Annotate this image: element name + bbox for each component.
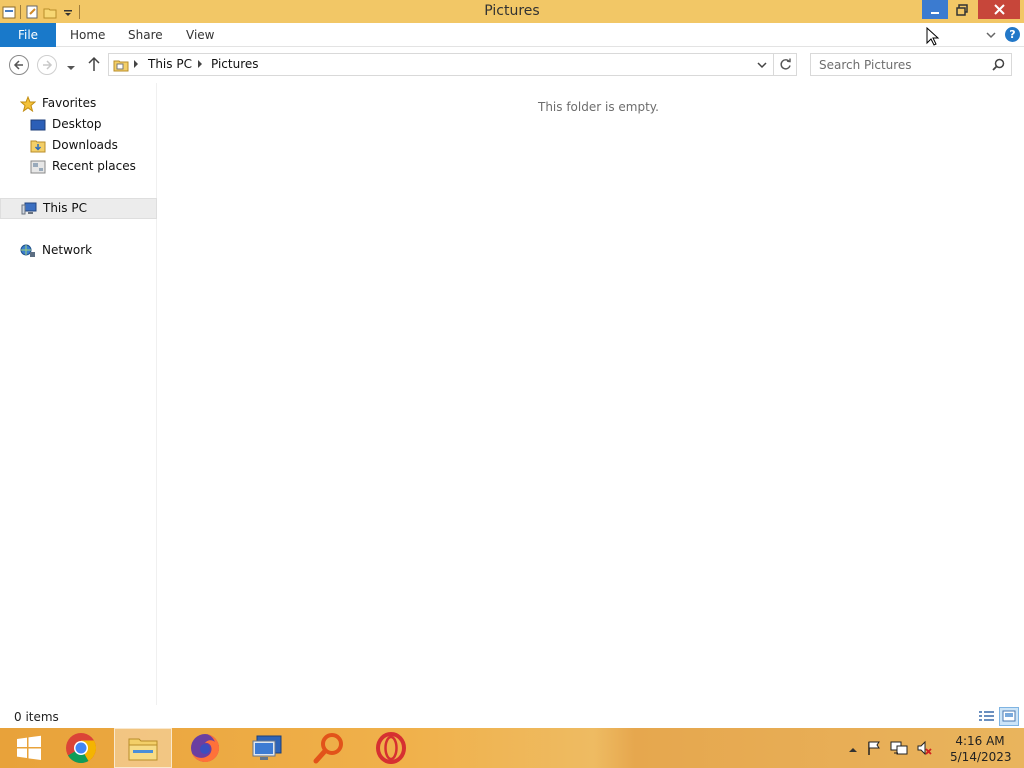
- taskbar-chrome[interactable]: [52, 728, 110, 768]
- help-icon[interactable]: ?: [1005, 27, 1020, 42]
- show-hidden-icons-icon[interactable]: [848, 743, 858, 757]
- start-icon: [17, 735, 41, 760]
- clock-time: 4:16 AM: [955, 734, 1005, 748]
- tab-file[interactable]: File: [0, 23, 56, 47]
- status-bar: 0 items: [0, 705, 1024, 728]
- desktop-icon: [30, 117, 46, 133]
- restore-icon: [956, 3, 968, 16]
- taskbar: 4:16 AM 5/14/2023: [0, 728, 1024, 768]
- breadcrumb-pictures[interactable]: Pictures: [211, 57, 259, 71]
- minimize-icon: [931, 11, 939, 14]
- action-center-flag-icon[interactable]: [866, 740, 882, 759]
- mouse-cursor-icon: [926, 27, 940, 46]
- network-status-icon[interactable]: [890, 740, 908, 759]
- nav-item-label: Recent places: [52, 159, 136, 173]
- nav-item-desktop[interactable]: Desktop: [30, 114, 102, 135]
- expand-ribbon-icon[interactable]: [984, 28, 998, 42]
- close-button[interactable]: [978, 0, 1020, 19]
- window-title: Pictures: [484, 3, 540, 19]
- title-bar: Pictures: [0, 0, 1024, 23]
- taskbar-remote-desktop[interactable]: [238, 728, 296, 768]
- nav-item-recent-places[interactable]: Recent places: [30, 156, 136, 177]
- forward-button[interactable]: [37, 55, 57, 75]
- volume-muted-icon[interactable]: [916, 740, 932, 759]
- breadcrumb-this-pc[interactable]: This PC: [148, 57, 192, 71]
- nav-network-label: Network: [42, 243, 93, 257]
- nav-item-label: Desktop: [52, 117, 102, 131]
- downloads-folder-icon: [30, 138, 46, 154]
- ribbon: File Home Share View ?: [0, 23, 1024, 47]
- minimize-button[interactable]: [922, 0, 948, 19]
- details-view-button[interactable]: [978, 708, 995, 725]
- clock[interactable]: 4:16 AM 5/14/2023: [950, 733, 1012, 765]
- search-icon[interactable]: [992, 58, 1005, 74]
- nav-this-pc[interactable]: This PC: [0, 198, 157, 219]
- file-explorer-icon: [128, 738, 158, 761]
- back-button[interactable]: [9, 55, 29, 75]
- refresh-button[interactable]: [774, 53, 797, 76]
- remote-desktop-icon: [252, 735, 282, 760]
- system-tray: [848, 740, 932, 759]
- taskbar-file-explorer[interactable]: [114, 728, 172, 768]
- nav-favorites-label: Favorites: [42, 96, 97, 110]
- address-toolbar: This PC Pictures: [0, 47, 1024, 83]
- breadcrumb-separator-icon[interactable]: [198, 60, 202, 68]
- nav-favorites[interactable]: Favorites: [19, 93, 97, 114]
- nav-network[interactable]: Network: [20, 240, 92, 261]
- nav-item-downloads[interactable]: Downloads: [30, 135, 118, 156]
- search-input[interactable]: [811, 54, 981, 75]
- recent-places-icon: [30, 159, 46, 175]
- arrow-up-icon: [88, 56, 100, 71]
- network-icon: [20, 243, 36, 259]
- navigation-pane: Favorites Desktop Downloads Recent place…: [0, 83, 157, 705]
- nav-item-label: Downloads: [52, 138, 118, 152]
- tab-share[interactable]: Share: [128, 23, 163, 47]
- empty-folder-message: This folder is empty.: [538, 100, 659, 114]
- up-button[interactable]: [87, 56, 101, 75]
- taskbar-firefox[interactable]: [176, 728, 234, 768]
- search-tool-icon: [313, 733, 343, 764]
- computer-icon: [21, 201, 37, 217]
- taskbar-search-tool[interactable]: [300, 728, 358, 768]
- opera-icon: [376, 732, 406, 764]
- chrome-icon: [66, 733, 97, 764]
- restore-button[interactable]: [950, 0, 974, 19]
- large-icons-view-icon: [1002, 710, 1016, 722]
- start-button[interactable]: [0, 728, 58, 768]
- file-list-area[interactable]: This folder is empty.: [158, 83, 1024, 705]
- refresh-icon: [779, 58, 791, 70]
- firefox-icon: [191, 733, 220, 762]
- details-view-icon: [979, 711, 994, 721]
- close-icon: [993, 4, 1005, 15]
- chevron-down-icon: [67, 66, 75, 70]
- large-icons-view-button[interactable]: [999, 707, 1019, 726]
- taskbar-opera[interactable]: [362, 728, 420, 768]
- tab-home[interactable]: Home: [70, 23, 105, 47]
- pictures-folder-icon: [113, 57, 129, 73]
- recent-locations-dropdown[interactable]: [66, 61, 76, 75]
- arrow-left-icon: [13, 60, 23, 70]
- chevron-down-icon: [757, 62, 767, 69]
- nav-this-pc-label: This PC: [43, 201, 87, 215]
- address-bar[interactable]: This PC Pictures: [108, 53, 774, 76]
- star-icon: [19, 95, 37, 112]
- clock-date: 5/14/2023: [950, 750, 1012, 764]
- tab-view[interactable]: View: [186, 23, 214, 47]
- item-count: 0 items: [14, 710, 59, 724]
- breadcrumb-separator-icon[interactable]: [134, 60, 138, 68]
- arrow-right-icon: [43, 60, 53, 70]
- search-box[interactable]: [810, 53, 1012, 76]
- address-history-dropdown[interactable]: [757, 59, 767, 73]
